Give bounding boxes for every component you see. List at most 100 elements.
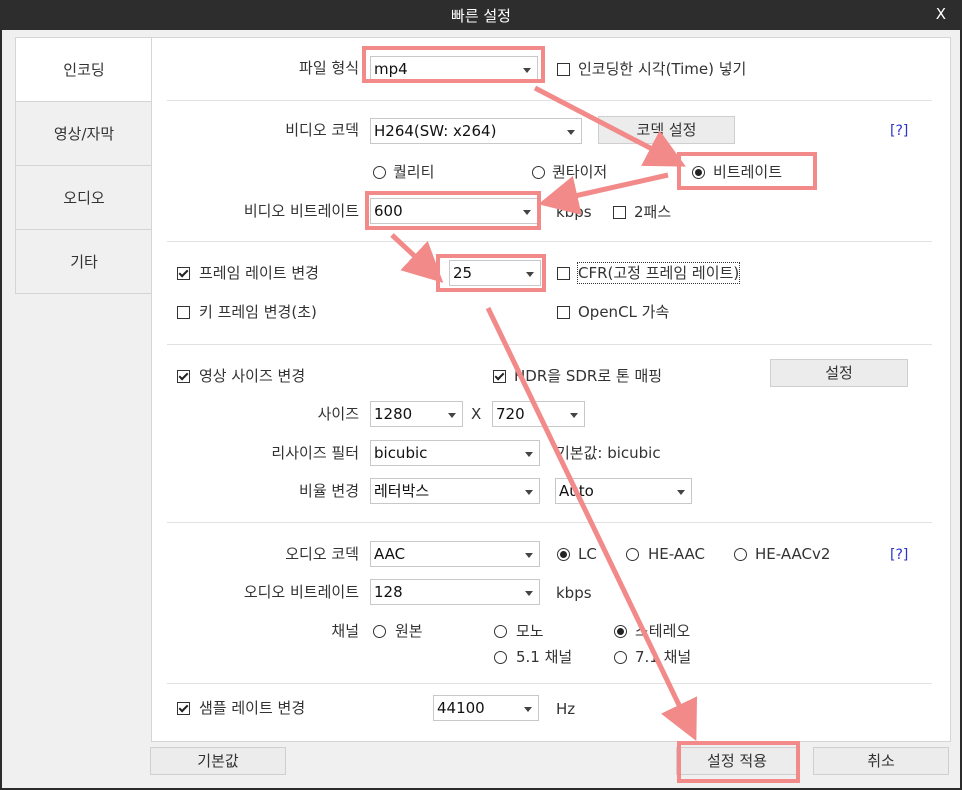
resize-label: 영상 사이즈 변경 bbox=[199, 367, 306, 385]
height-value: 720 bbox=[496, 405, 525, 423]
width-select[interactable]: 1280 bbox=[370, 401, 463, 427]
samplerate-unit: Hz bbox=[556, 700, 576, 718]
samplerate-value: 44100 bbox=[437, 699, 485, 717]
window-title: 빠른 설정 bbox=[451, 7, 511, 25]
chevron-down-icon bbox=[525, 591, 533, 596]
profile-lc-radio[interactable] bbox=[557, 548, 570, 561]
video-bitrate-select[interactable]: 600 bbox=[370, 198, 538, 224]
resize-filter-label: 리사이즈 필터 bbox=[271, 444, 359, 462]
mode-quantizer-radio[interactable] bbox=[532, 166, 545, 179]
video-help-link[interactable]: [?] bbox=[890, 123, 908, 139]
chevron-down-icon bbox=[525, 452, 533, 457]
audio-help-link[interactable]: [?] bbox=[890, 547, 908, 563]
channel-original-radio[interactable] bbox=[373, 625, 386, 638]
channel-stereo-label: 스테레오 bbox=[635, 622, 691, 640]
tab-audio[interactable]: 오디오 bbox=[16, 166, 152, 230]
resize-filter-default: 기본값: bicubic bbox=[556, 444, 661, 462]
chevron-down-icon bbox=[526, 272, 534, 277]
file-format-select[interactable]: mp4 bbox=[370, 56, 538, 82]
channel-stereo-radio[interactable] bbox=[614, 625, 627, 638]
sidebar: 인코딩 영상/자막 오디오 기타 bbox=[15, 37, 153, 294]
resize-checkbox[interactable] bbox=[177, 370, 190, 383]
profile-he-aacv2-radio[interactable] bbox=[734, 548, 747, 561]
tab-video-subtitle[interactable]: 영상/자막 bbox=[16, 102, 152, 166]
hdr-settings-button[interactable]: 설정 bbox=[770, 359, 908, 387]
timestamp-checkbox[interactable] bbox=[557, 63, 570, 76]
channel-7-1-radio[interactable] bbox=[614, 651, 627, 664]
file-format-value: mp4 bbox=[374, 60, 408, 78]
title-bar: 빠른 설정 X bbox=[0, 0, 962, 30]
frame-rate-value: 25 bbox=[453, 264, 473, 282]
channel-original-label: 원본 bbox=[395, 622, 423, 640]
settings-panel: 파일 형식 mp4 인코딩한 시각(Time) 넣기 비디오 코덱 H264(S… bbox=[151, 37, 951, 742]
close-icon[interactable]: X bbox=[936, 5, 946, 23]
audio-codec-select[interactable]: AAC bbox=[370, 541, 540, 567]
video-bitrate-unit: kbps bbox=[556, 203, 592, 221]
frame-rate-change-checkbox[interactable] bbox=[177, 267, 190, 280]
default-button[interactable]: 기본값 bbox=[150, 747, 286, 775]
profile-lc-label: LC bbox=[578, 545, 597, 563]
twopass-label: 2패스 bbox=[634, 203, 672, 221]
audio-codec-label: 오디오 코덱 bbox=[285, 545, 359, 563]
size-label: 사이즈 bbox=[317, 405, 359, 423]
chevron-down-icon bbox=[523, 68, 531, 73]
tab-encoding[interactable]: 인코딩 bbox=[16, 38, 152, 102]
aspect-ratio-select[interactable]: 레터박스 bbox=[370, 478, 540, 504]
resize-filter-select[interactable]: bicubic bbox=[370, 440, 540, 466]
chevron-down-icon bbox=[525, 490, 533, 495]
mode-bitrate-radio[interactable] bbox=[692, 166, 705, 179]
divider bbox=[167, 100, 932, 101]
samplerate-checkbox[interactable] bbox=[177, 702, 190, 715]
channel-5-1-radio[interactable] bbox=[494, 651, 507, 664]
chevron-down-icon bbox=[525, 553, 533, 558]
mode-quantizer-label: 퀀타이저 bbox=[552, 163, 608, 181]
video-codec-value: H264(SW: x264) bbox=[374, 122, 497, 140]
cfr-label: CFR(고정 프레임 레이트) bbox=[576, 262, 741, 284]
keyframe-label: 키 프레임 변경(초) bbox=[199, 303, 317, 321]
mode-bitrate-label: 비트레이트 bbox=[713, 163, 783, 181]
samplerate-label: 샘플 레이트 변경 bbox=[199, 699, 306, 717]
mode-quality-label: 퀄리티 bbox=[393, 163, 435, 181]
aspect-mode-select[interactable]: Auto bbox=[555, 478, 692, 504]
channel-mono-label: 모노 bbox=[516, 622, 544, 640]
channel-label: 채널 bbox=[331, 622, 359, 640]
channel-5-1-label: 5.1 채널 bbox=[516, 648, 573, 666]
samplerate-select[interactable]: 44100 bbox=[433, 695, 539, 721]
profile-he-aac-label: HE-AAC bbox=[648, 545, 705, 563]
keyframe-checkbox[interactable] bbox=[177, 306, 190, 319]
aspect-mode-value: Auto bbox=[559, 482, 594, 500]
cancel-button[interactable]: 취소 bbox=[813, 747, 949, 775]
apply-settings-button[interactable]: 설정 적용 bbox=[676, 747, 798, 775]
frame-rate-select[interactable]: 25 bbox=[449, 260, 541, 286]
audio-bitrate-label: 오디오 비트레이트 bbox=[243, 583, 359, 601]
chevron-down-icon bbox=[523, 210, 531, 215]
channel-mono-radio[interactable] bbox=[494, 625, 507, 638]
chevron-down-icon bbox=[567, 130, 575, 135]
cfr-checkbox[interactable] bbox=[557, 267, 570, 280]
divider bbox=[167, 344, 932, 345]
frame-rate-change-label: 프레임 레이트 변경 bbox=[199, 264, 319, 282]
codec-settings-button[interactable]: 코덱 설정 bbox=[598, 116, 735, 144]
audio-bitrate-value: 128 bbox=[374, 583, 403, 601]
resize-filter-value: bicubic bbox=[374, 444, 428, 462]
file-format-label: 파일 형식 bbox=[299, 59, 359, 77]
twopass-checkbox[interactable] bbox=[613, 206, 626, 219]
chevron-down-icon bbox=[448, 413, 456, 418]
audio-codec-value: AAC bbox=[374, 545, 406, 563]
channel-7-1-label: 7.1 채널 bbox=[635, 648, 692, 666]
tab-other[interactable]: 기타 bbox=[16, 230, 152, 294]
size-x-label: X bbox=[471, 405, 482, 423]
width-value: 1280 bbox=[374, 405, 413, 423]
opencl-checkbox[interactable] bbox=[557, 306, 570, 319]
aspect-ratio-label: 비율 변경 bbox=[299, 482, 359, 500]
mode-quality-radio[interactable] bbox=[373, 166, 386, 179]
video-codec-select[interactable]: H264(SW: x264) bbox=[370, 118, 582, 144]
video-bitrate-label: 비디오 비트레이트 bbox=[243, 202, 359, 220]
hdr-label: HDR을 SDR로 톤 매핑 bbox=[514, 367, 663, 385]
chevron-down-icon bbox=[524, 707, 532, 712]
profile-he-aac-radio[interactable] bbox=[626, 548, 639, 561]
audio-bitrate-select[interactable]: 128 bbox=[370, 579, 540, 605]
hdr-checkbox[interactable] bbox=[493, 370, 506, 383]
height-select[interactable]: 720 bbox=[492, 401, 585, 427]
chevron-down-icon bbox=[677, 490, 685, 495]
